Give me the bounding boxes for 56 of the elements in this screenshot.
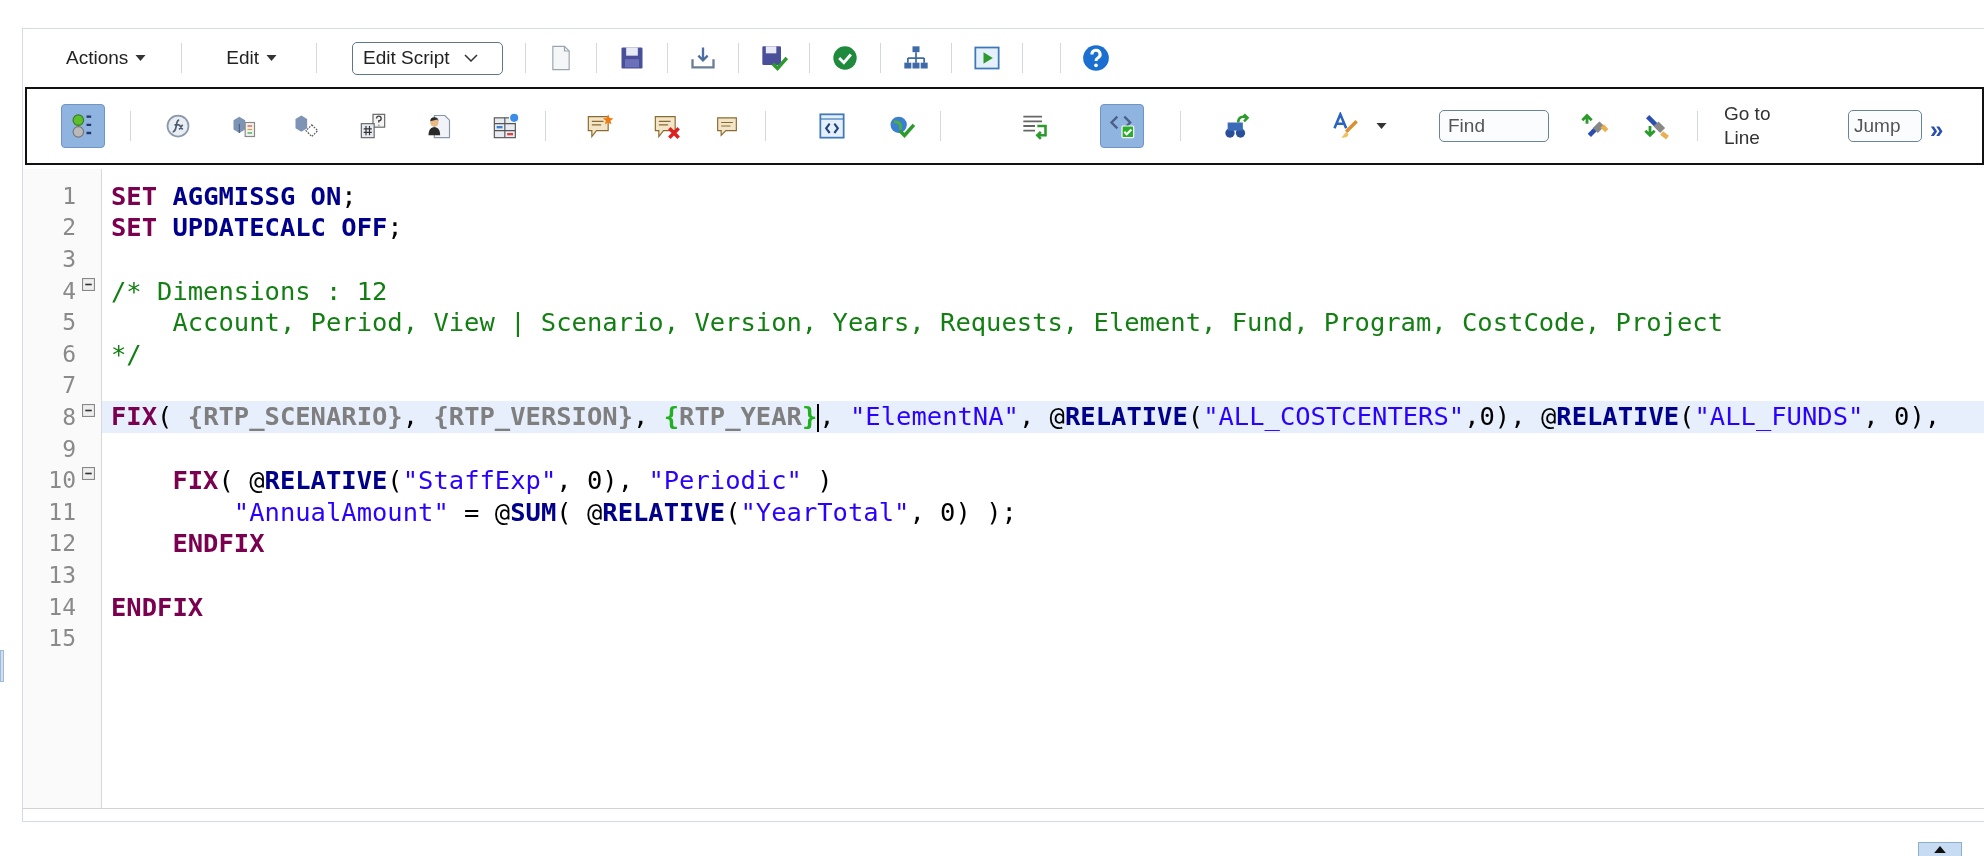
- code-brackets-icon[interactable]: [818, 112, 846, 140]
- table-gear-icon[interactable]: [492, 112, 520, 140]
- toggle-button[interactable]: [1100, 104, 1144, 148]
- code-line: ENDFIX: [171, 528, 265, 559]
- code-line: SET UPDATECALC OFF;: [110, 212, 403, 243]
- up-arrow-icon: [1934, 846, 1946, 853]
- line-number: 8: [61, 403, 76, 430]
- play-window-icon[interactable]: [973, 44, 1002, 72]
- line-number: 10: [47, 467, 76, 494]
- find-field[interactable]: Find: [1439, 110, 1549, 142]
- scroll-up-button[interactable]: [1918, 842, 1962, 856]
- line-number: 11: [47, 498, 76, 525]
- code-line: Account, Period, View | Scenario, Version, Years, Requests, Element, Fund, Program, CostCode, Project: [171, 307, 1723, 338]
- line-number: 7: [61, 372, 76, 399]
- find-next-icon[interactable]: [1643, 112, 1671, 140]
- line-number: 13: [47, 561, 76, 588]
- collapse-icon[interactable]: [82, 404, 95, 418]
- line-number: 9: [61, 435, 76, 462]
- hierarchy-icon[interactable]: [902, 44, 931, 72]
- collapse-icon[interactable]: [82, 277, 95, 291]
- caret-icon: [266, 55, 278, 61]
- code-line: "AnnualAmount" = @SUM( @RELATIVE("YearTotal", 0) );: [232, 496, 1017, 527]
- jump-field[interactable]: Jump: [1848, 110, 1922, 142]
- go-to-line-label: Go to Line: [1724, 102, 1772, 150]
- function-icon[interactable]: [164, 112, 192, 140]
- save-check-icon[interactable]: [760, 44, 789, 72]
- line-number: 4: [61, 277, 76, 304]
- grid-question-icon[interactable]: [359, 112, 387, 140]
- help-icon[interactable]: [1082, 44, 1111, 72]
- comment-add-icon[interactable]: [586, 112, 614, 140]
- menu-button[interactable]: Edit: [226, 47, 278, 69]
- collapse-icon[interactable]: [82, 467, 95, 481]
- code-line: FIX( @RELATIVE("StaffExp", 0), "Periodic" ): [171, 465, 833, 496]
- code-line: FIX( {RTP_SCENARIO}, {RTP_VERSION}, {RTP_YEAR}, "ElementNA", @RELATIVE("ALL_COSTCENTERS",0), @RELATIVE("ALL_FUNDS", 0),: [110, 401, 1941, 433]
- line-number: 2: [61, 214, 76, 241]
- code-line: SET AGGMISSG ON;: [110, 180, 357, 211]
- line-number: 1: [61, 182, 76, 209]
- caret-icon: [1376, 123, 1387, 129]
- line-number: 12: [47, 530, 76, 557]
- caret-icon: [135, 55, 147, 61]
- code-line: */: [110, 338, 142, 369]
- toggle-button[interactable]: [61, 104, 105, 148]
- code-line: /* Dimensions : 12: [110, 275, 388, 306]
- mode-dropdown[interactable]: Edit Script: [352, 41, 504, 75]
- line-number: 14: [47, 593, 76, 620]
- overflow-button[interactable]: »: [1930, 116, 1944, 144]
- code-line: ENDFIX: [110, 591, 204, 622]
- line-number: 5: [61, 309, 76, 336]
- check-circle-icon[interactable]: [831, 44, 860, 72]
- binoculars-icon[interactable]: [1223, 112, 1251, 140]
- line-number: 15: [47, 625, 76, 652]
- spell-brush-icon[interactable]: [1331, 112, 1359, 140]
- chevron-icon: [463, 54, 478, 62]
- line-number: 3: [61, 246, 76, 272]
- line-number: 6: [61, 340, 76, 367]
- menu-button[interactable]: Actions: [66, 47, 147, 69]
